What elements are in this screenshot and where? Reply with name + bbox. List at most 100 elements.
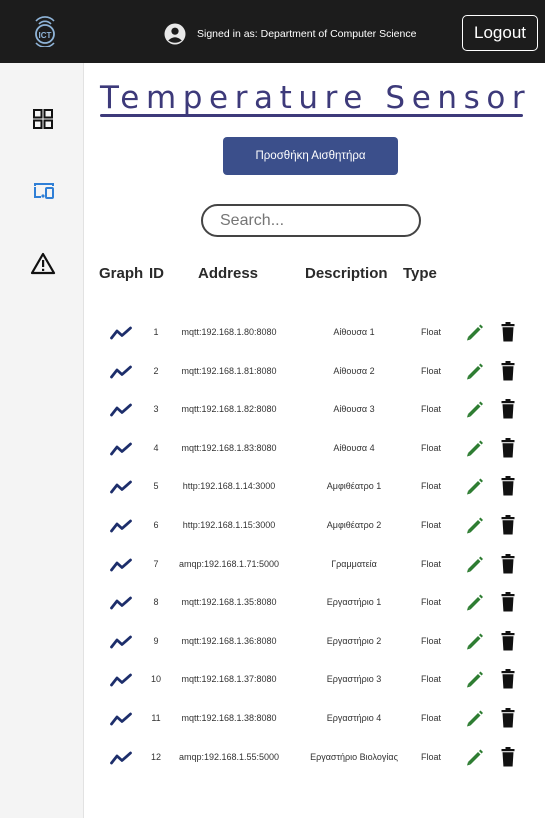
sensor-type: Float <box>420 481 441 492</box>
sensor-description: Εργαστήριο 1 <box>326 597 382 608</box>
sensor-address: amqp:192.168.1.71:5000 <box>178 558 280 569</box>
sensor-description: Εργαστήριο 3 <box>326 674 382 685</box>
line-graph-icon[interactable] <box>110 519 132 533</box>
trash-icon[interactable] <box>501 669 515 689</box>
header-description: Description <box>305 265 388 282</box>
sensor-id: 2 <box>153 365 159 376</box>
table-row: 9 mqtt:192.168.1.36:8080 Εργαστήριο 2 Float <box>84 627 545 657</box>
edit-pencil-icon[interactable] <box>465 323 483 342</box>
edit-pencil-icon[interactable] <box>465 400 483 419</box>
header-type: Type <box>403 265 437 282</box>
sensor-type: Float <box>420 674 441 685</box>
table-row: 10 mqtt:192.168.1.37:8080 Εργαστήριο 3 Floa… <box>84 665 545 695</box>
sensor-type: Float <box>420 442 441 453</box>
edit-pencil-icon[interactable] <box>465 709 483 728</box>
page-title: Temperature Sensor <box>100 80 532 116</box>
table-row: 4 mqtt:192.168.1.83:8080 Αίθουσα 4 Float <box>84 434 545 464</box>
line-graph-icon[interactable] <box>110 365 132 379</box>
add-sensor-button[interactable]: Προσθήκη Αισθητήρα <box>223 137 398 175</box>
table-row: 2 mqtt:192.168.1.81:8080 Αίθουσα 2 Float <box>84 357 545 387</box>
sensor-type: Float <box>420 635 441 646</box>
table-row: 7 amqp:192.168.1.71:5000 Γραμματεία Float <box>84 550 545 580</box>
sensor-id: 11 <box>151 713 161 723</box>
line-graph-icon[interactable] <box>110 712 132 726</box>
sensor-type: Float <box>420 597 441 608</box>
sensor-address: mqtt:192.168.1.83:8080 <box>181 442 277 453</box>
sensor-address: mqtt:192.168.1.80:8080 <box>181 327 277 337</box>
header-id: ID <box>149 265 164 282</box>
signed-in-text: Signed in as: Department of Computer Sci… <box>197 28 417 40</box>
trash-icon[interactable] <box>501 746 515 767</box>
devices-icon[interactable] <box>30 178 56 204</box>
sensor-id: 4 <box>153 442 159 453</box>
trash-icon[interactable] <box>501 399 515 419</box>
sensor-id: 3 <box>153 404 159 415</box>
table-row: 12 amqp:192.168.1.55:5000 Εργαστήριο Βιολο… <box>84 743 545 773</box>
sensor-type: Float <box>420 558 441 569</box>
sensor-address: mqtt:192.168.1.38:8080 <box>181 713 277 723</box>
edit-pencil-icon[interactable] <box>465 516 483 535</box>
table-row: 3 mqtt:192.168.1.82:8080 Αίθουσα 3 Float <box>84 395 545 425</box>
user-info: Signed in as: Department of Computer Sci… <box>164 23 416 45</box>
sensor-address: mqtt:192.168.1.35:8080 <box>181 597 277 608</box>
edit-pencil-icon[interactable] <box>465 362 483 381</box>
sensor-id: 5 <box>153 481 159 492</box>
sensor-type: Float <box>420 520 441 530</box>
line-graph-icon[interactable] <box>110 751 132 765</box>
trash-icon[interactable] <box>501 592 515 612</box>
sensor-id: 1 <box>153 327 159 337</box>
sensor-description: Αίθουσα 2 <box>333 365 375 376</box>
sensor-description: Εργαστήριο 2 <box>326 635 382 646</box>
table-row: 11 mqtt:192.168.1.38:8080 Εργαστήριο 4 Floa… <box>84 704 545 734</box>
line-graph-icon[interactable] <box>110 673 132 687</box>
trash-icon[interactable] <box>501 708 515 728</box>
line-graph-icon[interactable] <box>110 635 132 649</box>
app-logo-icon[interactable]: ICT <box>31 13 59 47</box>
sensor-type: Float <box>420 365 441 376</box>
sensor-id: 6 <box>153 520 159 530</box>
header-address: Address <box>198 265 259 282</box>
sensor-id: 9 <box>153 635 159 646</box>
trash-icon[interactable] <box>501 515 515 535</box>
edit-pencil-icon[interactable] <box>465 748 483 767</box>
edit-pencil-icon[interactable] <box>465 593 483 612</box>
line-graph-icon[interactable] <box>110 403 132 417</box>
trash-icon[interactable] <box>501 553 515 574</box>
trash-icon[interactable] <box>501 476 515 496</box>
trash-icon[interactable] <box>501 322 515 342</box>
trash-icon[interactable] <box>501 630 515 651</box>
line-graph-icon[interactable] <box>110 558 132 572</box>
line-graph-icon[interactable] <box>110 326 132 340</box>
sensor-address: http:192.168.1.15:3000 <box>182 520 276 530</box>
logout-button[interactable]: Logout <box>462 15 538 51</box>
edit-pencil-icon[interactable] <box>465 477 483 496</box>
search-input[interactable] <box>201 204 421 237</box>
sensor-type: Float <box>420 713 441 723</box>
sensor-address: mqtt:192.168.1.37:8080 <box>181 674 277 685</box>
sensor-description: Εργαστήριο 4 <box>326 713 382 723</box>
title-underline <box>100 114 523 117</box>
sidebar <box>0 63 84 818</box>
trash-icon[interactable] <box>501 360 515 381</box>
trash-icon[interactable] <box>501 437 515 458</box>
sensor-description: Αίθουσα 4 <box>333 442 375 453</box>
line-graph-icon[interactable] <box>110 442 132 456</box>
edit-pencil-icon[interactable] <box>465 555 483 574</box>
user-avatar-icon <box>164 23 186 45</box>
svg-text:ICT: ICT <box>39 31 52 40</box>
line-graph-icon[interactable] <box>110 596 132 610</box>
table-row: 5 http:192.168.1.14:3000 Αμφιθέατρο 1 Float <box>84 472 545 502</box>
warning-icon[interactable] <box>30 251 56 277</box>
sensor-address: http:192.168.1.14:3000 <box>182 481 276 492</box>
edit-pencil-icon[interactable] <box>465 632 483 651</box>
sensor-description: Αίθουσα 3 <box>333 404 375 415</box>
sensor-address: amqp:192.168.1.55:5000 <box>178 751 280 762</box>
line-graph-icon[interactable] <box>110 480 132 494</box>
sensor-description: Γραμματεία <box>331 558 377 569</box>
sensor-description: Αμφιθέατρο 2 <box>326 520 382 530</box>
edit-pencil-icon[interactable] <box>465 670 483 689</box>
sensor-type: Float <box>420 327 441 337</box>
table-row: 6 http:192.168.1.15:3000 Αμφιθέατρο 2 Float <box>84 511 545 541</box>
grid-icon[interactable] <box>30 106 56 132</box>
edit-pencil-icon[interactable] <box>465 439 483 458</box>
